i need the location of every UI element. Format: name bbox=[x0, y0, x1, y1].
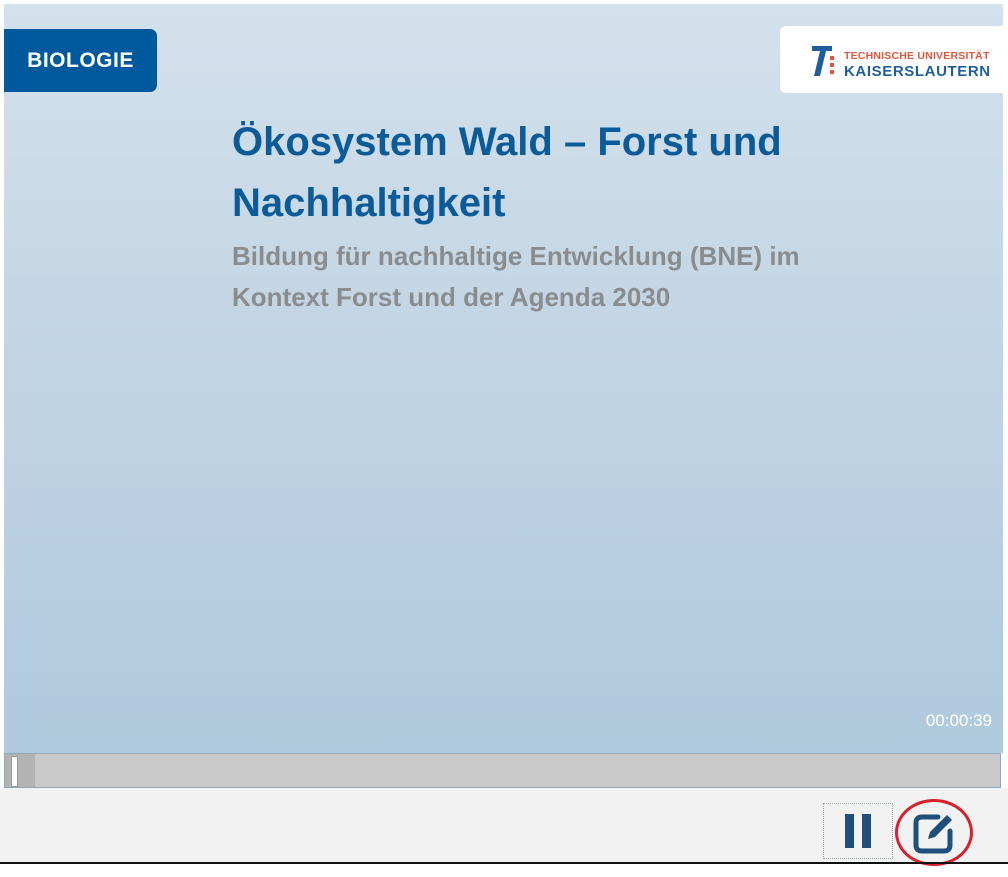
university-logo-mark-icon bbox=[812, 46, 834, 76]
notes-button[interactable] bbox=[908, 809, 958, 859]
subject-badge: BIOLOGIE bbox=[4, 29, 157, 92]
progress-handle[interactable] bbox=[11, 756, 18, 787]
playback-timestamp: 00:00:39 bbox=[925, 711, 992, 730]
edit-note-icon bbox=[913, 814, 953, 854]
progress-fill bbox=[5, 754, 35, 787]
slide-title-line2: Nachhaltigkeit bbox=[232, 181, 506, 225]
progress-bar[interactable] bbox=[4, 753, 1001, 788]
slide-subtitle: Bildung für nachhaltige Entwicklung (BNE… bbox=[232, 236, 952, 318]
slide-title: Ökosystem Wald – Forst und Nachhaltigkei… bbox=[232, 112, 952, 234]
pause-button[interactable] bbox=[823, 803, 893, 859]
slide-subtitle-line1: Bildung für nachhaltige Entwicklung (BNE… bbox=[232, 241, 800, 271]
slide-subtitle-line2: Kontext Forst und der Agenda 2030 bbox=[232, 282, 671, 312]
logo-text-line2: KAISERSLAUTERN bbox=[844, 63, 991, 80]
slide-content: BIOLOGIE TECHNISCHE UNIVERSITÄT KAISERSL… bbox=[4, 4, 1003, 753]
logo-text-line1: TECHNISCHE UNIVERSITÄT bbox=[844, 50, 990, 62]
pause-icon bbox=[841, 814, 875, 848]
university-logo: TECHNISCHE UNIVERSITÄT KAISERSLAUTERN bbox=[780, 26, 1003, 93]
slide-title-line1: Ökosystem Wald – Forst und bbox=[232, 120, 782, 164]
bottom-divider bbox=[0, 862, 1008, 864]
